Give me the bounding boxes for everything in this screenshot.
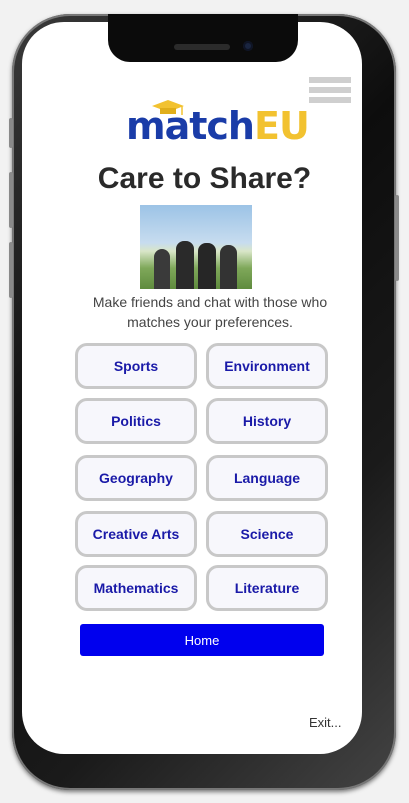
exit-link[interactable]: Exit...: [309, 715, 342, 730]
hamburger-menu-icon[interactable]: [309, 77, 351, 103]
phone-side-button: [9, 118, 13, 148]
topic-literature-button[interactable]: Literature: [206, 565, 328, 611]
phone-power-button: [395, 195, 399, 281]
topic-politics-button[interactable]: Politics: [75, 398, 197, 444]
topic-science-button[interactable]: Science: [206, 511, 328, 557]
graduation-cap-icon: [152, 100, 184, 115]
logo-text-eu: EU: [253, 104, 310, 148]
menu-bar: [309, 97, 351, 103]
phone-volume-down-button: [9, 242, 13, 298]
logo-text-match: match: [126, 104, 255, 148]
topic-geography-button[interactable]: Geography: [75, 455, 197, 501]
page-description: Make friends and chat with those who mat…: [92, 294, 328, 330]
menu-bar: [309, 77, 351, 83]
home-button[interactable]: Home: [80, 624, 324, 656]
topic-language-button[interactable]: Language: [206, 455, 328, 501]
page-title: Care to Share?: [97, 162, 312, 195]
topic-mathematics-button[interactable]: Mathematics: [75, 565, 197, 611]
topic-sports-button[interactable]: Sports: [75, 343, 197, 389]
topic-history-button[interactable]: History: [206, 398, 328, 444]
matcheu-logo: matchEU: [120, 98, 310, 154]
topic-creative-arts-button[interactable]: Creative Arts: [75, 511, 197, 557]
topic-grid: Sports Environment Politics History Geog…: [75, 343, 330, 611]
speaker-grille: [174, 44, 230, 50]
friends-photo: [140, 205, 252, 289]
topic-environment-button[interactable]: Environment: [206, 343, 328, 389]
phone-notch: [108, 14, 298, 62]
menu-bar: [309, 87, 351, 93]
front-camera: [243, 41, 253, 51]
